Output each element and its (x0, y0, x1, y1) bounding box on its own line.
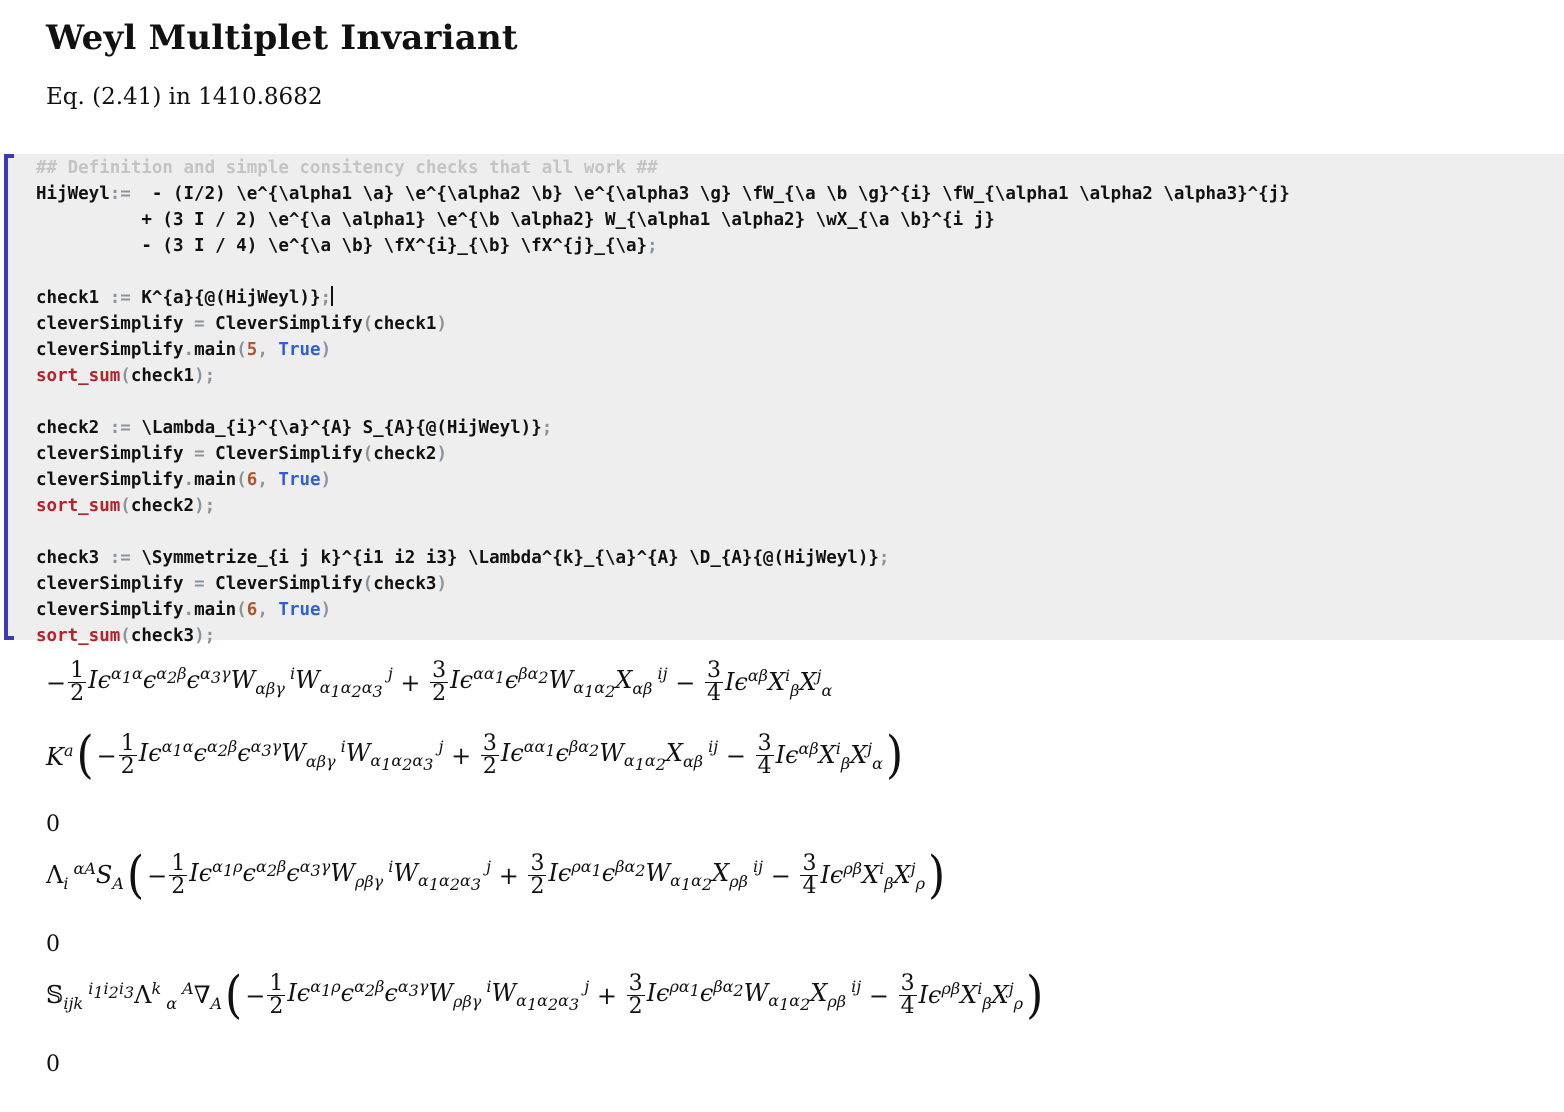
text-cursor (331, 286, 334, 306)
check2-method: main (194, 470, 237, 490)
output-check1-result: 0 (46, 812, 60, 837)
check3-arg: check3 (373, 574, 437, 594)
check1-name: check1 (36, 288, 100, 308)
output-hijweyl: − 12 Iϵα1αϵα2βϵα3γWαβγ iWα1α2α3 j + 32 I… (46, 658, 833, 706)
check1-flag: True (278, 340, 321, 360)
check3-sort-fn: sort_sum (36, 626, 121, 646)
check2-class: CleverSimplify (215, 444, 363, 464)
check2-var-call: cleverSimplify (36, 470, 184, 490)
def-op: := (109, 184, 131, 204)
def-line-3: - (3 I / 4) \e^{\a \b} \fX^{i}_{\b} \fX^… (36, 236, 648, 256)
check3-depth: 6 (246, 600, 258, 620)
def-line-1: - (I/2) \e^{\alpha1 \a} \e^{\alpha2 \b} … (130, 184, 1290, 204)
check2-expr: \Lambda_{i}^{\a}^{A} S_{A}{@(HijWeyl)} (141, 418, 542, 438)
check2-var: cleverSimplify (36, 444, 184, 464)
def-name: HijWeyl (36, 184, 110, 204)
check3-var-call: cleverSimplify (36, 600, 184, 620)
output-check2-expr: Λi αASA ( − 12 Iϵα1ρϵα2βϵα3γWρβγ iWα1α2α… (46, 845, 946, 905)
check1-method: main (194, 340, 237, 360)
code-comment: ## Definition and simple consitency chec… (36, 158, 658, 178)
check3-var: cleverSimplify (36, 574, 184, 594)
def-semicolon: ; (647, 236, 658, 256)
check2-arg: check2 (373, 444, 437, 464)
check3-class: CleverSimplify (215, 574, 363, 594)
output-check3-expr: 𝕊ijk i1i2i3Λk α A∇A ( − 12 Iϵα1ρϵα2βϵα3γ… (46, 965, 1044, 1025)
check1-depth: 5 (246, 340, 258, 360)
check1-class: CleverSimplify (215, 314, 363, 334)
check2-sort-arg: check2 (130, 496, 195, 516)
check2-flag: True (278, 470, 321, 490)
check2-depth: 6 (246, 470, 258, 490)
check1-var: cleverSimplify (36, 314, 184, 334)
output-check2-result: 0 (46, 932, 60, 957)
cell-bracket[interactable] (4, 154, 14, 640)
def-line-2: + (3 I / 2) \e^{\a \alpha1} \e^{\b \alph… (36, 210, 995, 230)
output-check3-result: 0 (46, 1052, 60, 1077)
page-title: Weyl Multiplet Invariant (46, 18, 518, 58)
page-subtitle: Eq. (2.41) in 1410.8682 (46, 84, 323, 110)
output-check1-expr: Ka ( − 12 Iϵα1αϵα2βϵα3γWαβγ iWα1α2α3 j +… (46, 725, 904, 785)
check3-method: main (194, 600, 237, 620)
check1-arg: check1 (373, 314, 437, 334)
check3-expr: \Symmetrize_{i j k}^{i1 i2 i3} \Lambda^{… (141, 548, 879, 568)
check3-sort-arg: check3 (130, 626, 195, 646)
check1-expr: K^{a}{@(HijWeyl)} (141, 288, 321, 308)
check1-sort-fn: sort_sum (36, 366, 121, 386)
check2-sort-fn: sort_sum (36, 496, 121, 516)
check2-name: check2 (36, 418, 100, 438)
check1-sort-arg: check1 (130, 366, 195, 386)
check3-flag: True (278, 600, 321, 620)
check1-var-call: cleverSimplify (36, 340, 184, 360)
code-editor[interactable]: ## Definition and simple consitency chec… (36, 155, 1290, 649)
check3-name: check3 (36, 548, 100, 568)
